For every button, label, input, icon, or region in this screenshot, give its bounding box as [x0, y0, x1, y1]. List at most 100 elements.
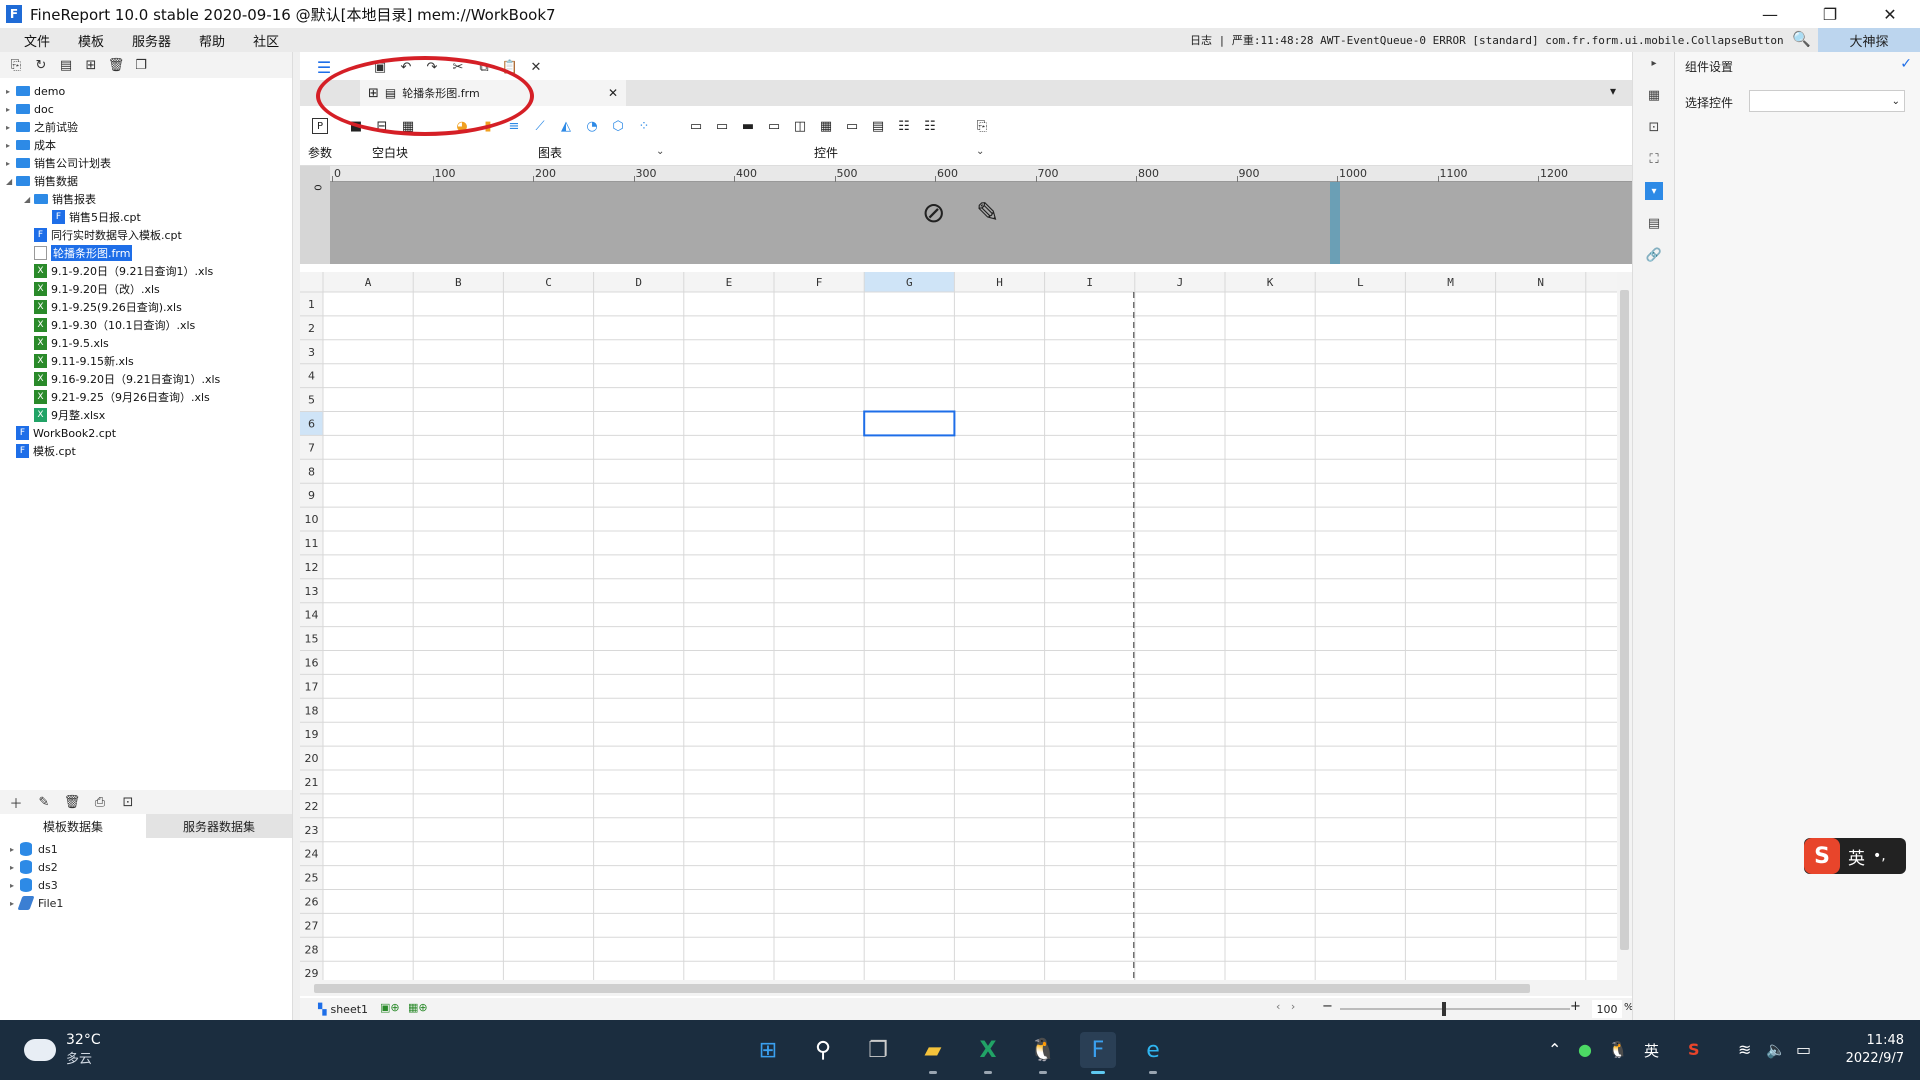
- copy-icon[interactable]: ❐: [133, 57, 149, 73]
- chevron-right-icon[interactable]: ▸: [6, 105, 16, 114]
- search-icon[interactable]: 🔍: [1792, 30, 1811, 48]
- volume-icon[interactable]: 🔈: [1766, 1040, 1786, 1059]
- menu-template[interactable]: 模板: [64, 31, 118, 50]
- windows-start-icon[interactable]: ⊞: [750, 1032, 786, 1068]
- tree-item[interactable]: X 9.21-9.25（9月26日查询）.xls: [24, 388, 210, 406]
- pencil-icon[interactable]: ✎: [976, 196, 999, 229]
- excel-icon[interactable]: X: [970, 1032, 1006, 1074]
- add-form-sheet-icon[interactable]: ▦⊕: [408, 1001, 428, 1014]
- restore-button[interactable]: ❐: [1800, 0, 1860, 28]
- dataset-item[interactable]: ▸ ds1: [10, 840, 58, 858]
- tree-item[interactable]: X 9.1-9.25(9.26日查询).xls: [24, 298, 182, 316]
- file-explorer-icon[interactable]: ▰: [915, 1032, 951, 1074]
- hide-eye-icon[interactable]: ⊘: [922, 196, 945, 229]
- tree-item[interactable]: F WorkBook2.cpt: [6, 424, 116, 442]
- chevron-down-icon[interactable]: ◢: [6, 177, 16, 186]
- control-settings-icon[interactable]: ▾: [1645, 182, 1663, 200]
- area-chart-icon[interactable]: ◭: [556, 116, 576, 136]
- tree-splitter[interactable]: [0, 780, 292, 790]
- dataset-item[interactable]: ▸ File1: [10, 894, 63, 912]
- date-widget-icon[interactable]: ▦: [816, 116, 836, 136]
- weather-widget[interactable]: 32°C 多云: [22, 1032, 101, 1067]
- tree-item[interactable]: ▸ 之前试验: [6, 118, 78, 136]
- tree-item[interactable]: X 9月整.xlsx: [24, 406, 105, 424]
- tab-template-dataset[interactable]: 模板数据集: [0, 814, 146, 838]
- locate-icon[interactable]: ⊞: [83, 57, 99, 73]
- text-widget-icon[interactable]: ▭: [712, 116, 732, 136]
- chevron-down-icon[interactable]: ◢: [24, 195, 34, 204]
- line-chart-icon[interactable]: ⟋: [530, 116, 550, 136]
- zoom-slider[interactable]: [1340, 1008, 1570, 1010]
- canvas-width-marker[interactable]: [1330, 182, 1340, 264]
- radio-widget-icon[interactable]: ☷: [920, 116, 940, 136]
- scatter-chart-icon[interactable]: ⁘: [634, 116, 654, 136]
- select-control-dropdown[interactable]: ⌄: [1749, 90, 1905, 112]
- add-dataset-icon[interactable]: ＋: [8, 794, 24, 812]
- open-folder-icon[interactable]: ▤: [58, 57, 74, 73]
- tree-item[interactable]: X 9.11-9.15新.xls: [24, 352, 134, 370]
- menu-community[interactable]: 社区: [239, 31, 293, 50]
- gauge-chart-icon[interactable]: ◔: [582, 116, 602, 136]
- zoom-in-button[interactable]: +: [1570, 999, 1581, 1014]
- collapse-arrow-icon[interactable]: ▸: [1645, 54, 1663, 72]
- mobile-settings-icon[interactable]: ▤: [1645, 214, 1663, 232]
- edge-icon[interactable]: e: [1135, 1032, 1171, 1074]
- label-widget-icon[interactable]: ▭: [686, 116, 706, 136]
- clock[interactable]: 11:48 2022/9/7: [1846, 1032, 1904, 1068]
- sogou-ime-bar[interactable]: S 英 •,: [1804, 838, 1906, 874]
- language-indicator[interactable]: 英: [1644, 1040, 1659, 1061]
- tree-item[interactable]: F 同行实时数据导入模板.cpt: [24, 226, 182, 244]
- wifi-icon[interactable]: ≋: [1738, 1040, 1751, 1059]
- tree-item[interactable]: X 9.1-9.30（10.1日查询）.xls: [24, 316, 195, 334]
- search-icon[interactable]: ⚲: [805, 1032, 841, 1068]
- number-widget-icon[interactable]: ▭: [842, 116, 862, 136]
- tree-item[interactable]: ▸ 销售公司计划表: [6, 154, 111, 172]
- menu-server[interactable]: 服务器: [118, 31, 185, 50]
- confirm-icon[interactable]: ✓: [1900, 56, 1912, 72]
- ime-mode[interactable]: 英: [1848, 844, 1865, 869]
- link-icon[interactable]: 🔗: [1645, 246, 1663, 264]
- sheet-tab[interactable]: ▚ sheet1: [312, 1000, 374, 1018]
- battery-icon[interactable]: ▭: [1796, 1040, 1811, 1059]
- dataset-search-icon[interactable]: ⊡: [120, 794, 136, 810]
- report-grid[interactable]: A B C D E F G H I J K L M N 1 2 3 4 5 6 7 8 9 10 11 12 13 14 15 16 17 1…: [300, 272, 1632, 980]
- refresh-icon[interactable]: ↻: [33, 57, 49, 73]
- tree-item[interactable]: F 销售5日报.cpt: [42, 208, 141, 226]
- parameter-icon[interactable]: P: [312, 118, 328, 134]
- horizontal-scrollbar[interactable]: [300, 980, 1632, 996]
- vertical-scrollbar[interactable]: [1617, 272, 1632, 980]
- tree-item[interactable]: X 9.1-9.20日（改）.xls: [24, 280, 160, 298]
- query-widget-icon[interactable]: ⎘: [972, 116, 992, 136]
- tree-item[interactable]: ▸ 成本: [6, 136, 56, 154]
- tray-expand-icon[interactable]: ⌃: [1548, 1040, 1561, 1059]
- dataset-item[interactable]: ▸ ds3: [10, 876, 58, 894]
- wechat-icon[interactable]: ●: [1578, 1040, 1592, 1059]
- user-account[interactable]: 大神探: [1818, 28, 1920, 52]
- tree-item[interactable]: 轮播条形图.frm: [24, 244, 133, 262]
- task-view-icon[interactable]: ❐: [860, 1032, 896, 1068]
- chevron-right-icon[interactable]: ▸: [6, 141, 16, 150]
- log-message[interactable]: 日志 | 严重:11:48:28 AWT-EventQueue-0 ERROR …: [1190, 32, 1784, 48]
- delete-icon[interactable]: 🗑: [108, 57, 125, 73]
- button-widget-icon[interactable]: ▬: [738, 116, 758, 136]
- chevron-right-icon[interactable]: ▸: [6, 87, 16, 96]
- qq-tray-icon[interactable]: 🐧: [1608, 1040, 1628, 1059]
- tab-server-dataset[interactable]: 服务器数据集: [146, 814, 292, 838]
- new-folder-icon[interactable]: ⎘: [8, 57, 24, 73]
- component-settings-icon[interactable]: ▦: [1645, 86, 1663, 104]
- radar-chart-icon[interactable]: ⬡: [608, 116, 628, 136]
- sogou-tray-icon[interactable]: S: [1688, 1040, 1700, 1059]
- control-expand-icon[interactable]: ⌄: [976, 146, 984, 157]
- close-tab-icon[interactable]: ✕: [608, 86, 618, 100]
- tree-item[interactable]: ▸ demo: [6, 82, 65, 100]
- ime-punct[interactable]: •,: [1873, 848, 1886, 864]
- menu-file[interactable]: 文件: [10, 31, 64, 50]
- zoom-value[interactable]: 100: [1592, 1000, 1622, 1018]
- tree-item[interactable]: X 9.16-9.20日（9.21日查询1）.xls: [24, 370, 220, 388]
- template-menu-icon[interactable]: ☰: [316, 58, 332, 77]
- minimize-button[interactable]: —: [1740, 0, 1800, 28]
- tree-item[interactable]: X 9.1-9.20日（9.21日查询1）.xls: [24, 262, 213, 280]
- tree-item[interactable]: F 模板.cpt: [6, 442, 76, 460]
- dropdown-widget-icon[interactable]: ▭: [764, 116, 784, 136]
- zoom-slider-thumb[interactable]: [1442, 1002, 1446, 1016]
